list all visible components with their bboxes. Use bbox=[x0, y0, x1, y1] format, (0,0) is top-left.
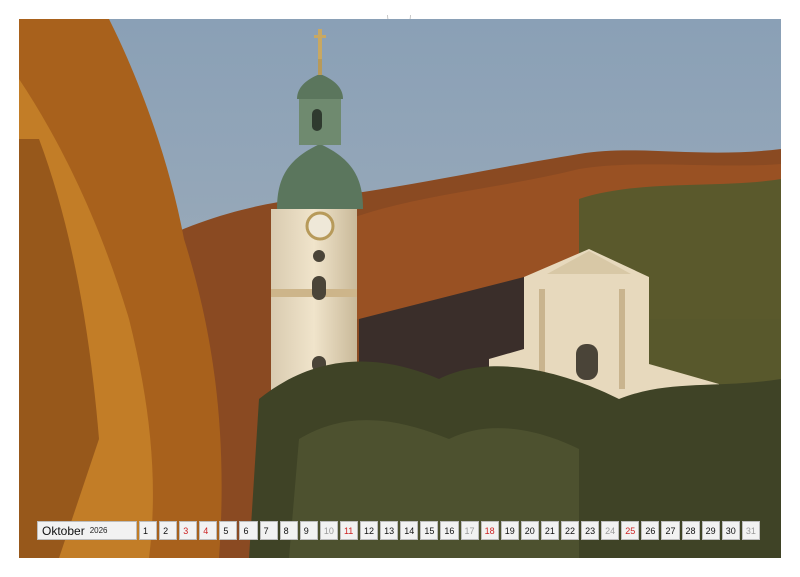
day-cell: 8 bbox=[279, 521, 298, 540]
day-number: 10 bbox=[323, 526, 334, 536]
day-number: 20 bbox=[524, 526, 535, 536]
day-cell: 15 bbox=[420, 521, 439, 540]
day-number: 4 bbox=[203, 526, 209, 536]
day-cell: 22 bbox=[560, 521, 580, 540]
day-cell: 13 bbox=[380, 521, 399, 540]
photo-illustration bbox=[19, 19, 781, 558]
day-cell: 20 bbox=[520, 521, 539, 540]
month-label: Oktober 2026 bbox=[37, 521, 137, 540]
day-cell: 2 bbox=[159, 521, 178, 540]
day-cell: 23 bbox=[581, 521, 600, 540]
day-number: 27 bbox=[665, 526, 676, 536]
cross-icon bbox=[318, 29, 322, 59]
day-number: 2 bbox=[163, 526, 169, 536]
day-number: 15 bbox=[424, 526, 435, 536]
day-cell: 4 bbox=[199, 521, 218, 540]
facade-niche bbox=[576, 344, 598, 380]
day-number: 17 bbox=[464, 526, 475, 536]
day-number: 19 bbox=[504, 526, 515, 536]
year-label: 2026 bbox=[89, 526, 108, 535]
day-cell: 5 bbox=[219, 521, 238, 540]
tower-window bbox=[312, 276, 326, 300]
day-cell: 24 bbox=[601, 521, 620, 540]
day-number: 25 bbox=[625, 526, 636, 536]
tower-oculus bbox=[313, 250, 325, 262]
day-cell: 16 bbox=[440, 521, 459, 540]
day-cell: 1 bbox=[139, 521, 158, 540]
day-number: 1 bbox=[143, 526, 149, 536]
day-cell: 26 bbox=[641, 521, 660, 540]
day-cell: 3 bbox=[179, 521, 198, 540]
tower-spire bbox=[318, 57, 322, 75]
clock-face bbox=[305, 211, 335, 241]
day-number: 5 bbox=[223, 526, 229, 536]
lantern-window bbox=[312, 109, 322, 131]
day-cell: 7 bbox=[259, 521, 278, 540]
day-cell: 6 bbox=[239, 521, 258, 540]
facade-pilaster bbox=[619, 289, 625, 389]
day-number: 22 bbox=[564, 526, 575, 536]
day-cell: 31 bbox=[741, 521, 760, 540]
day-number: 29 bbox=[705, 526, 716, 536]
day-cell: 12 bbox=[360, 521, 379, 540]
day-number: 30 bbox=[725, 526, 736, 536]
day-number: 23 bbox=[585, 526, 596, 536]
day-cell: 30 bbox=[721, 521, 740, 540]
day-cell: 27 bbox=[661, 521, 680, 540]
day-number: 18 bbox=[484, 526, 495, 536]
calendar-day-strip: Oktober 2026 1 2 3 4 5 6 7 8 9 10 11 12 13 14 15 16 17 18… bbox=[37, 521, 760, 540]
day-number: 11 bbox=[343, 526, 354, 536]
day-number: 6 bbox=[243, 526, 249, 536]
day-number: 12 bbox=[364, 526, 375, 536]
day-number: 21 bbox=[544, 526, 555, 536]
calendar-photo bbox=[19, 19, 781, 558]
day-number: 16 bbox=[444, 526, 455, 536]
day-cell: 10 bbox=[319, 521, 338, 540]
day-cell: 14 bbox=[400, 521, 419, 540]
month-name: Oktober bbox=[42, 523, 85, 538]
day-number: 26 bbox=[645, 526, 656, 536]
day-number: 24 bbox=[605, 526, 616, 536]
day-number: 28 bbox=[685, 526, 696, 536]
day-cell: 25 bbox=[621, 521, 640, 540]
day-number: 9 bbox=[303, 526, 309, 536]
day-cell: 21 bbox=[540, 521, 559, 540]
day-cell: 9 bbox=[299, 521, 318, 540]
day-number: 7 bbox=[263, 526, 269, 536]
day-cell: 17 bbox=[460, 521, 479, 540]
day-number: 14 bbox=[404, 526, 415, 536]
day-number: 31 bbox=[745, 526, 756, 536]
day-number: 3 bbox=[183, 526, 189, 536]
day-number: 13 bbox=[384, 526, 395, 536]
day-cell: 19 bbox=[500, 521, 519, 540]
day-cell: 28 bbox=[681, 521, 700, 540]
day-cell: 18 bbox=[480, 521, 499, 540]
day-cells: 1 2 3 4 5 6 7 8 9 10 11 12 13 14 15 16 17 18 19 20 21 22 23 24 2… bbox=[139, 521, 760, 540]
day-number: 8 bbox=[283, 526, 289, 536]
day-cell: 29 bbox=[701, 521, 720, 540]
day-cell: 11 bbox=[339, 521, 359, 540]
